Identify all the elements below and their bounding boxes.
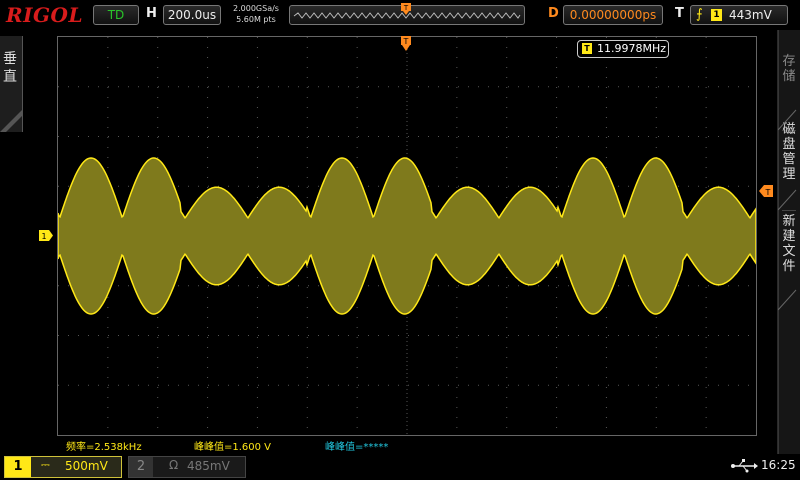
timebase-value[interactable]: 200.0us — [163, 5, 221, 25]
trigger-source: 1 — [711, 9, 722, 21]
trigger-level: 443mV — [729, 8, 772, 22]
brand-logo: RIGOL — [6, 3, 84, 27]
trigger-position-glyph: T — [403, 37, 409, 46]
trigger-position-marker[interactable]: T — [400, 36, 412, 52]
channel-1-number: 1 — [5, 457, 31, 477]
delay-label: D — [548, 6, 559, 21]
top-status-bar: RIGOL TD H 200.0us 2.000GSa/s 5.60M pts … — [0, 0, 800, 30]
trigger-settings[interactable]: ⨍ 1 443mV — [690, 5, 788, 25]
ch1-waveform — [58, 157, 756, 315]
channel-1-tab[interactable]: 1 ⎓ 500mV — [4, 456, 122, 478]
sample-rate: 2.000GSa/s — [233, 4, 279, 13]
channel-2-tab[interactable]: 2 Ω 485mV — [128, 456, 246, 478]
softkey-frame — [777, 30, 797, 454]
clock: 16:25 — [761, 458, 796, 472]
channel-2-number: 2 — [129, 457, 153, 477]
impedance-icon: Ω — [169, 458, 179, 472]
channel-1-scale: 500mV — [65, 459, 108, 473]
channel-2-scale: 485mV — [187, 459, 230, 473]
ch1-offset-marker[interactable]: 1 — [39, 230, 53, 241]
counter-source: T — [582, 43, 592, 54]
svg-text:T: T — [403, 4, 409, 12]
counter-value: 11.9978MHz — [597, 42, 667, 55]
frequency-counter[interactable]: T 11.9978MHz — [577, 40, 669, 58]
acquisition-info: 2.000GSa/s 5.60M pts — [228, 3, 284, 25]
vertical-tab-label: 垂直 — [3, 51, 17, 85]
memory-depth: 5.60M pts — [236, 15, 276, 24]
run-state-indicator[interactable]: TD — [93, 5, 139, 25]
usb-icon — [731, 459, 758, 473]
delay-value[interactable]: 0.00000000ps — [563, 5, 663, 25]
ch1-offset-glyph: 1 — [41, 232, 46, 241]
measurement-frequency: 频率=2.538kHz — [66, 442, 142, 453]
trigger-label: T — [675, 6, 684, 21]
measurement-vpp-ch1: 峰峰值=1.600 V — [194, 442, 272, 453]
memory-trigger-marker: T — [401, 3, 411, 15]
rising-edge-icon: ⨍ — [696, 7, 703, 22]
dc-coupling-icon: ⎓ — [41, 458, 50, 471]
left-tab-corner — [0, 110, 22, 132]
trigger-level-glyph: T — [765, 188, 771, 197]
ch1-trace-envelope — [58, 157, 756, 315]
horizontal-label: H — [146, 6, 157, 21]
trigger-level-marker[interactable]: T — [759, 185, 773, 197]
measurement-vpp-math: 峰峰值=***** — [325, 442, 389, 453]
waveform-grid[interactable] — [57, 36, 757, 436]
